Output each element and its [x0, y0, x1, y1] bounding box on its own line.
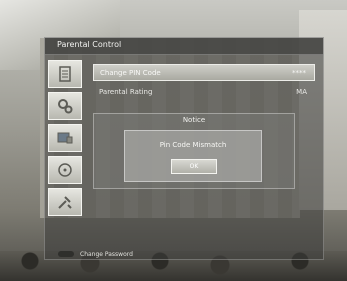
menu-list: Change PIN Code **** Parental Rating MA	[93, 64, 315, 104]
dialog-body: Pin Code Mismatch OK	[124, 130, 262, 182]
pin-value: ****	[292, 69, 306, 77]
dialog-title: Notice	[182, 116, 206, 124]
page-title: Parental Control	[57, 40, 122, 49]
dialog-message: Pin Code Mismatch	[159, 141, 227, 149]
sidebar-item-tv[interactable]	[48, 124, 82, 152]
document-icon	[59, 66, 71, 82]
disc-icon	[58, 163, 72, 177]
sidebar-item-document[interactable]	[48, 60, 82, 88]
tools-icon	[58, 196, 72, 209]
menu-item-parental-rating[interactable]: Parental Rating MA	[93, 84, 315, 101]
footer-hint: Change Password	[58, 249, 133, 259]
menu-item-change-pin[interactable]: Change PIN Code ****	[93, 64, 315, 81]
gears-icon	[58, 99, 73, 114]
tv-icon	[57, 132, 73, 144]
footer-hint-label: Change Password	[80, 250, 133, 258]
sidebar-item-settings[interactable]	[48, 92, 82, 120]
menu-item-label: Change PIN Code	[100, 69, 161, 77]
menu-item-label: Parental Rating	[99, 88, 153, 96]
notice-dialog: Notice Pin Code Mismatch OK	[93, 113, 295, 189]
sidebar-item-disc[interactable]	[48, 156, 82, 184]
ok-button[interactable]: OK	[171, 159, 217, 174]
sidebar-item-tools[interactable]	[48, 188, 82, 216]
sidebar	[48, 60, 84, 220]
title-bar: Parental Control	[45, 38, 323, 55]
rating-value: MA	[296, 88, 307, 96]
color-key-icon	[58, 251, 74, 257]
